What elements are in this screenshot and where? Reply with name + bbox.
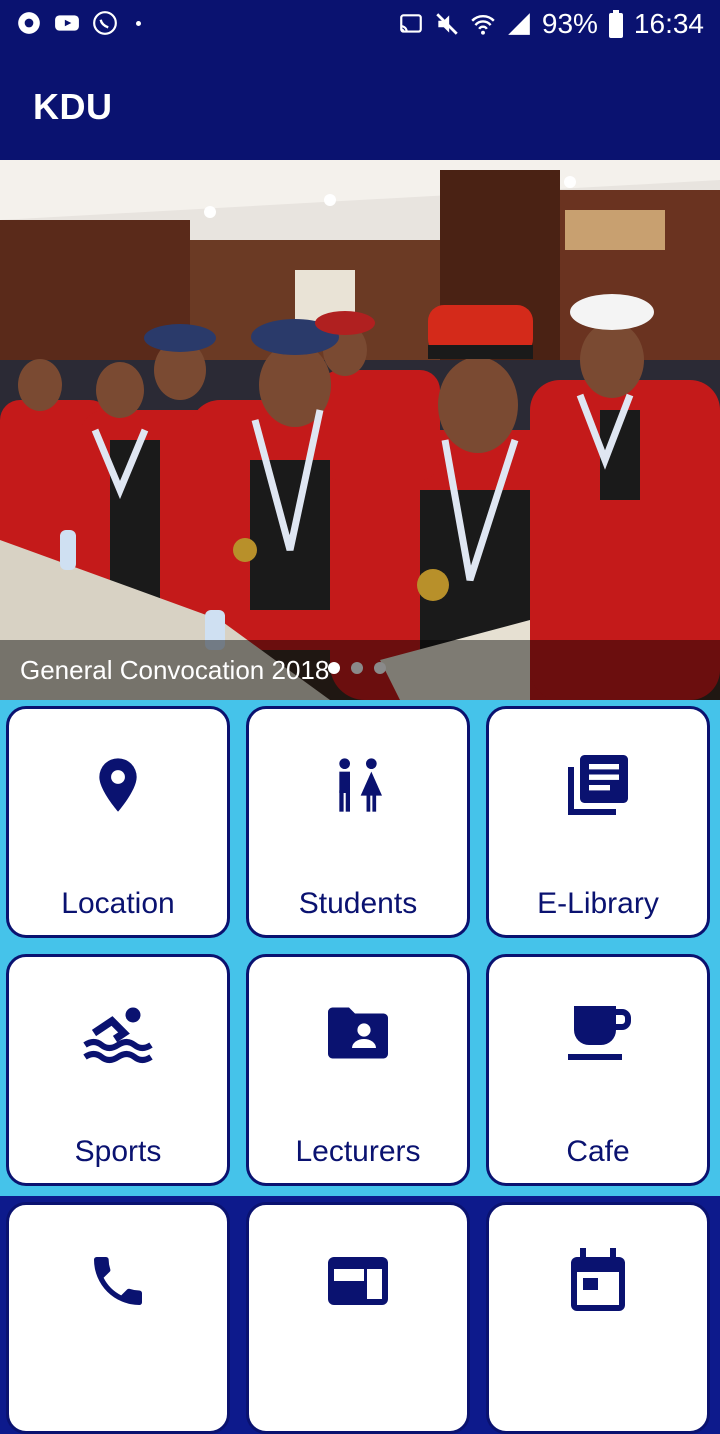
battery-percent: 93%	[541, 8, 598, 39]
library-books-icon	[568, 755, 628, 815]
web-tile[interactable]	[246, 1202, 470, 1434]
mute-icon	[436, 13, 458, 35]
signal-icon	[508, 13, 530, 35]
web-icon	[328, 1257, 388, 1305]
students-icon	[339, 758, 382, 812]
carousel-caption-bar: General Convocation 2018	[0, 640, 720, 700]
tile-label: E-Library	[537, 887, 659, 920]
battery-icon	[608, 10, 623, 38]
tile-label: Cafe	[566, 1135, 630, 1168]
app-bar: KDU	[0, 48, 720, 160]
sports-tile[interactable]: Sports	[6, 954, 230, 1186]
carousel-dot-1[interactable]	[328, 662, 340, 674]
location-tile[interactable]: Location	[6, 706, 230, 938]
calendar-icon	[571, 1248, 625, 1311]
e-library-tile[interactable]: E-Library	[486, 706, 710, 938]
convocation-photo	[0, 160, 720, 700]
grid-row-3	[0, 1196, 720, 1434]
cast-icon	[400, 14, 422, 33]
clock: 16:34	[633, 8, 704, 39]
status-bar: 93% 16:34	[0, 0, 720, 48]
tile-label: Lecturers	[295, 1135, 421, 1168]
carousel-dot-2[interactable]	[351, 662, 363, 674]
coffee-cup-icon	[568, 1006, 631, 1060]
contact-tile[interactable]	[6, 1202, 230, 1434]
cafe-tile[interactable]: Cafe	[486, 954, 710, 1186]
location-pin-icon	[99, 758, 137, 812]
tile-label: Sports	[74, 1135, 162, 1168]
calendar-tile[interactable]	[486, 1202, 710, 1434]
youtube-icon	[55, 15, 79, 31]
whatsapp-icon	[93, 11, 117, 35]
camera-aperture-icon	[18, 12, 40, 34]
grid-row-1: Location Students E-Library	[0, 700, 720, 948]
carousel-dot-3[interactable]	[374, 662, 386, 674]
carousel-indicator[interactable]	[328, 662, 386, 674]
app-title: KDU	[33, 86, 113, 127]
phone-icon	[94, 1257, 142, 1305]
swimming-icon	[83, 1007, 153, 1063]
carousel-caption: General Convocation 2018	[20, 655, 330, 685]
grid-row-2: Sports Lecturers Cafe	[0, 948, 720, 1196]
notification-dot-icon	[136, 20, 141, 26]
students-tile[interactable]: Students	[246, 706, 470, 938]
wifi-icon	[471, 15, 495, 35]
contact-folder-icon	[328, 1007, 388, 1059]
menu-grid: Location Students E-Library Sports Lectu…	[0, 700, 720, 1434]
tile-label: Location	[61, 887, 175, 920]
image-carousel[interactable]: General Convocation 2018	[0, 160, 720, 700]
tile-label: Students	[298, 887, 418, 920]
lecturers-tile[interactable]: Lecturers	[246, 954, 470, 1186]
